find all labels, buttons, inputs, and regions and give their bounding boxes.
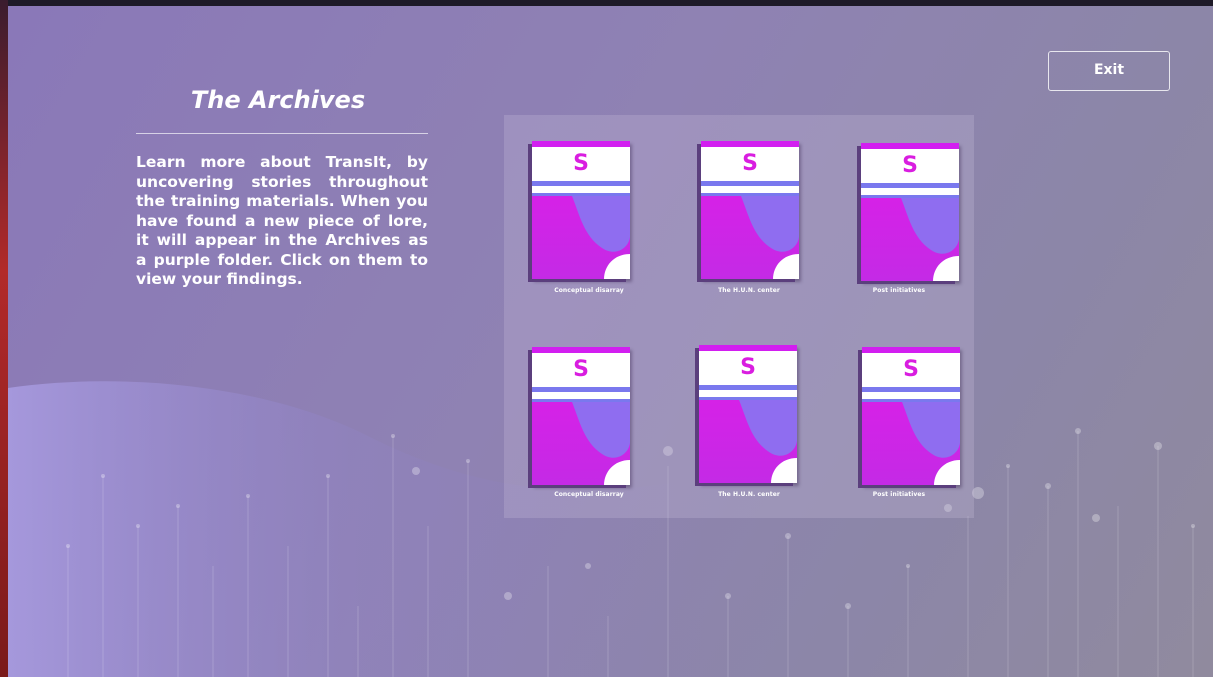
folder-logo: S bbox=[573, 150, 589, 176]
folder-icon: S bbox=[532, 141, 630, 279]
folder-icon: S bbox=[861, 143, 959, 281]
folder-caption: The H.U.N. center bbox=[718, 287, 780, 294]
folder-logo: S bbox=[903, 356, 919, 382]
window-left-edge bbox=[0, 0, 8, 677]
folder-caption: Post initiatives bbox=[872, 287, 926, 294]
folder-conceptual-disarray[interactable]: S Conceptual disarray bbox=[514, 135, 664, 310]
folder-hun-center[interactable]: S The H.U.N. center bbox=[674, 339, 824, 514]
archives-description: Learn more about TransIt, by uncovering … bbox=[136, 153, 428, 288]
title-divider bbox=[136, 133, 428, 134]
folder-logo: S bbox=[902, 152, 918, 178]
folder-caption: Conceptual disarray bbox=[554, 491, 624, 498]
page-title: The Archives bbox=[190, 86, 366, 114]
archives-folder-grid: S Conceptual disarray S The H.U.N. cente… bbox=[504, 115, 974, 518]
exit-button[interactable]: Exit bbox=[1048, 51, 1170, 91]
archives-screen: The Archives Learn more about TransIt, b… bbox=[8, 6, 1213, 677]
folder-caption: Post initiatives bbox=[872, 491, 926, 498]
folder-post-initiatives[interactable]: S Post initiatives bbox=[824, 339, 974, 514]
folder-logo: S bbox=[573, 356, 589, 382]
folder-icon: S bbox=[532, 347, 630, 485]
folder-icon: S bbox=[862, 347, 960, 485]
folder-icon: S bbox=[701, 141, 799, 279]
folder-logo: S bbox=[742, 150, 758, 176]
folder-logo: S bbox=[740, 354, 756, 380]
folder-post-initiatives[interactable]: S Post initiatives bbox=[824, 135, 974, 310]
folder-caption: The H.U.N. center bbox=[718, 491, 780, 498]
folder-caption: Conceptual disarray bbox=[554, 287, 624, 294]
folder-conceptual-disarray[interactable]: S Conceptual disarray bbox=[514, 339, 664, 514]
folder-hun-center[interactable]: S The H.U.N. center bbox=[674, 135, 824, 310]
folder-icon: S bbox=[699, 345, 797, 483]
